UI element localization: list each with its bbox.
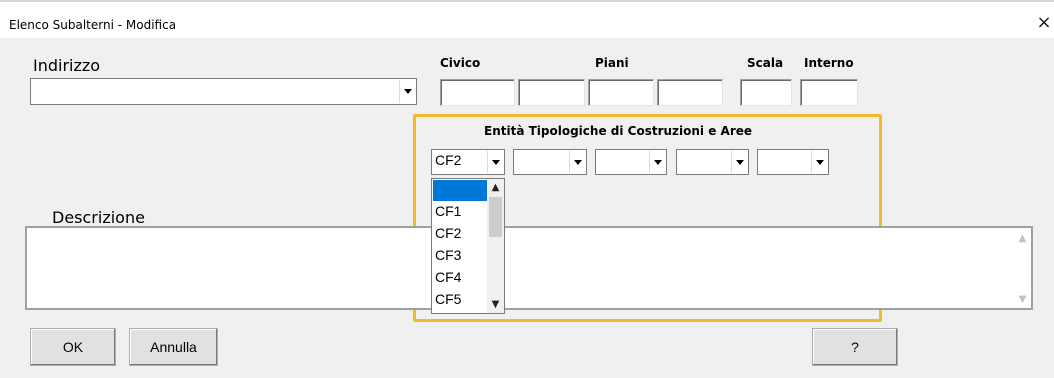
indirizzo-label: Indirizzo	[33, 56, 101, 75]
help-button[interactable]: ?	[812, 328, 898, 366]
list-item[interactable]: CF3	[433, 245, 488, 266]
triangle-down-icon	[653, 159, 662, 165]
entita-combo-5[interactable]	[757, 149, 829, 175]
piani-input-2[interactable]	[588, 79, 654, 106]
chevron-up-icon[interactable]: ▲	[1014, 230, 1031, 247]
annulla-button[interactable]: Annulla	[129, 328, 218, 366]
chevron-down-icon[interactable]: ▼	[1014, 291, 1031, 308]
scrollbar-thumb[interactable]	[489, 197, 502, 237]
piani-label: Piani	[595, 56, 629, 70]
civico-label: Civico	[440, 56, 481, 70]
triangle-down-icon	[573, 159, 582, 165]
triangle-down-icon	[815, 159, 824, 165]
chevron-up-icon[interactable]: ▲	[487, 179, 504, 196]
entita-combo-3[interactable]	[595, 149, 667, 175]
piani-input-1[interactable]	[518, 79, 585, 106]
close-icon[interactable]: ×	[1034, 12, 1054, 34]
interno-label: Interno	[804, 56, 854, 70]
list-item[interactable]	[433, 180, 488, 201]
descrizione-textarea[interactable]: ▲ ▼	[25, 226, 1033, 310]
dropdown-scrollbar[interactable]: ▲ ▼	[487, 179, 504, 313]
civico-input[interactable]	[440, 79, 515, 106]
triangle-down-icon	[735, 159, 744, 165]
list-item[interactable]: CF1	[433, 201, 488, 222]
list-item[interactable]: CF2	[433, 223, 488, 244]
entita-combo-3-button[interactable]	[649, 151, 665, 173]
interno-input[interactable]	[800, 79, 858, 106]
ok-button[interactable]: OK	[30, 328, 116, 366]
entita-combo-5-button[interactable]	[811, 151, 827, 173]
descrizione-scrollbar[interactable]: ▲ ▼	[1014, 228, 1031, 308]
entita-combo-1-value: CF2	[435, 152, 462, 168]
entita-combo-1[interactable]: CF2	[431, 149, 505, 175]
window-title: Elenco Subalterni - Modifica	[9, 18, 177, 32]
indirizzo-dropdown-button[interactable]	[399, 80, 415, 103]
indirizzo-combo[interactable]	[30, 78, 417, 105]
scala-input[interactable]	[740, 79, 792, 106]
entita-combo-4-button[interactable]	[731, 151, 747, 173]
entita-label: Entità Tipologiche di Costruzioni e Aree	[484, 124, 753, 138]
piani-input-3[interactable]	[657, 79, 723, 106]
scala-label: Scala	[747, 56, 784, 70]
entita-combo-2[interactable]	[513, 149, 587, 175]
descrizione-label: Descrizione	[52, 208, 145, 227]
list-item[interactable]: CF4	[433, 267, 488, 288]
entita-dropdown-list[interactable]: CF1 CF2 CF3 CF4 CF5 ▲ ▼	[431, 178, 505, 314]
chevron-down-icon[interactable]: ▼	[487, 296, 504, 313]
entita-combo-1-button[interactable]	[487, 151, 503, 173]
entita-combo-4[interactable]	[676, 149, 749, 175]
list-item[interactable]: CF5	[433, 289, 488, 310]
triangle-down-icon	[491, 159, 500, 165]
entita-combo-2-button[interactable]	[569, 151, 585, 173]
triangle-down-icon	[403, 89, 412, 94]
